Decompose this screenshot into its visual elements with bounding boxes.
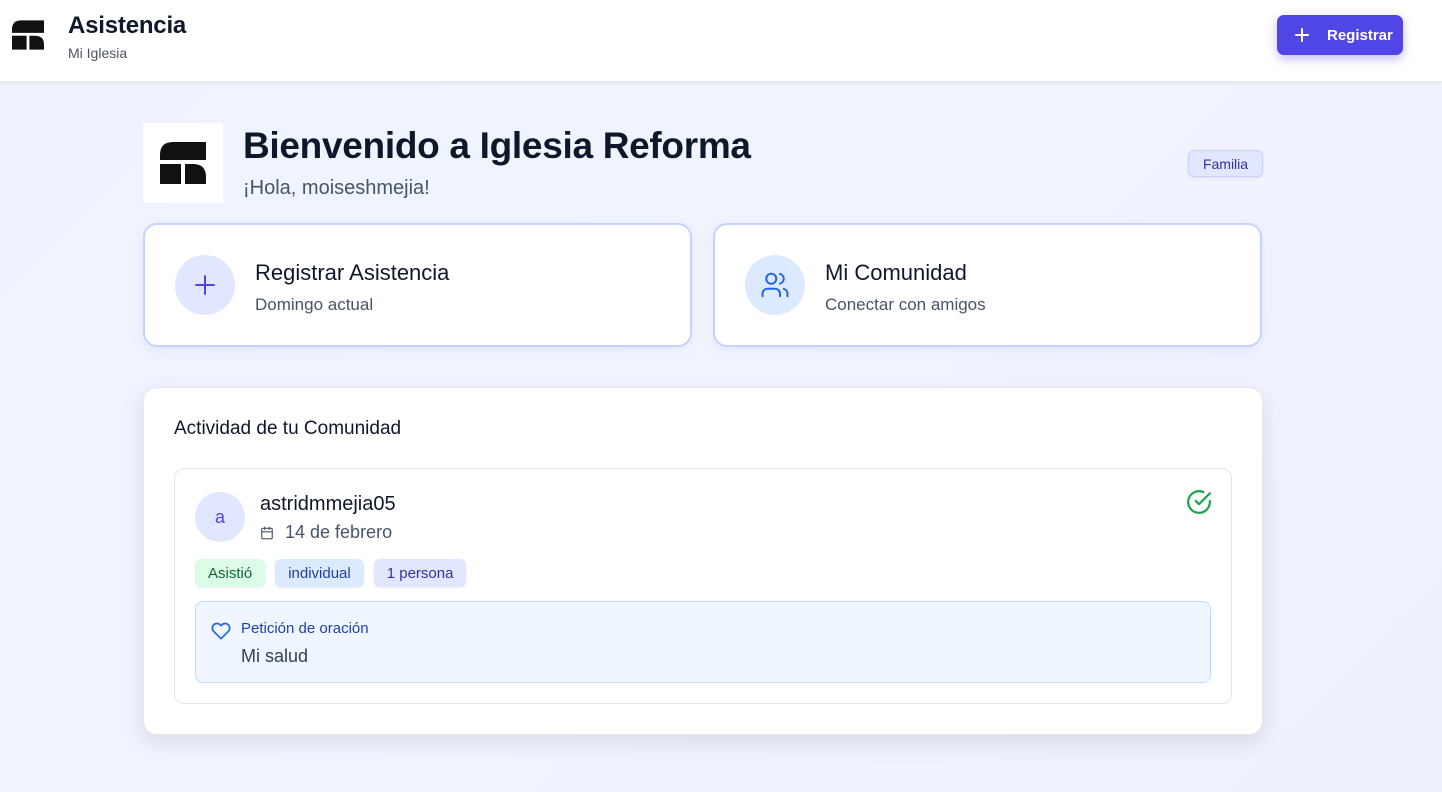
users-icon bbox=[761, 272, 789, 298]
prayer-request-label: Petición de oración bbox=[241, 620, 369, 637]
community-activity-panel: Actividad de tu Comunidad a astridmmejia… bbox=[143, 387, 1263, 735]
app-subtitle: Mi Iglesia bbox=[68, 45, 128, 61]
top-bar: Asistencia Mi Iglesia Registrar bbox=[0, 0, 1442, 82]
type-badge: individual bbox=[275, 559, 364, 587]
my-community-card[interactable]: Mi Comunidad Conectar con amigos bbox=[713, 223, 1262, 347]
register-attendance-card[interactable]: Registrar Asistencia Domingo actual bbox=[143, 223, 692, 347]
welcome-title: Bienvenido a Iglesia Reforma bbox=[243, 125, 751, 166]
activity-tags: Asistió individual 1 persona bbox=[195, 559, 476, 587]
register-attendance-icon-circle bbox=[175, 255, 235, 315]
avatar: a bbox=[195, 492, 245, 542]
activity-date-row: 14 de febrero bbox=[260, 522, 392, 543]
count-badge: 1 persona bbox=[373, 559, 467, 587]
list-item: a astridmmejia05 14 de febrero Asistió i… bbox=[174, 468, 1232, 704]
my-community-subtitle: Conectar con amigos bbox=[825, 295, 986, 314]
register-attendance-title: Registrar Asistencia bbox=[255, 260, 450, 285]
register-attendance-subtitle: Domingo actual bbox=[255, 295, 374, 314]
calendar-icon bbox=[261, 526, 273, 539]
status-badge: Asistió bbox=[195, 559, 266, 587]
church-logo-icon bbox=[160, 142, 206, 184]
heart-icon bbox=[211, 622, 231, 640]
church-logo bbox=[143, 123, 223, 203]
welcome-greeting: ¡Hola, moiseshmejia! bbox=[243, 177, 430, 199]
plus-icon bbox=[1295, 28, 1309, 42]
prayer-request-text: Mi salud bbox=[241, 646, 309, 666]
role-badge: Familia bbox=[1188, 150, 1263, 177]
plus-icon bbox=[195, 275, 215, 295]
my-community-title: Mi Comunidad bbox=[825, 260, 967, 285]
church-logo-icon bbox=[12, 20, 44, 50]
register-button-label: Registrar bbox=[1327, 26, 1393, 44]
check-circle-icon bbox=[1187, 490, 1211, 514]
activity-username: astridmmejia05 bbox=[260, 493, 396, 515]
my-community-icon-circle bbox=[745, 255, 805, 315]
app-title: Asistencia bbox=[68, 12, 187, 39]
activity-panel-title: Actividad de tu Comunidad bbox=[174, 418, 402, 439]
prayer-request-box: Petición de oración Mi salud bbox=[195, 601, 1211, 683]
activity-date: 14 de febrero bbox=[285, 522, 393, 542]
register-button[interactable]: Registrar bbox=[1277, 15, 1403, 55]
